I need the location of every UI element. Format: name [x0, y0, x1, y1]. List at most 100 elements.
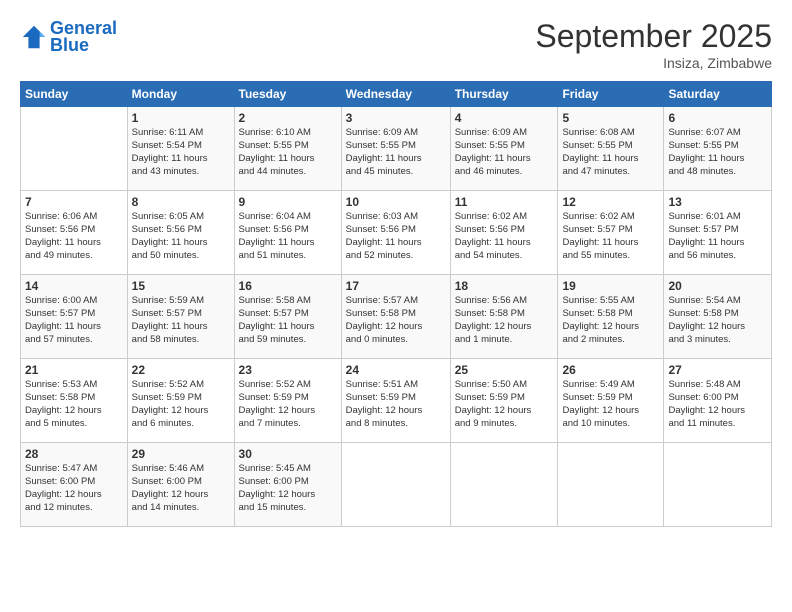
calendar-cell — [558, 443, 664, 527]
calendar-cell — [341, 443, 450, 527]
logo-text: General Blue — [50, 18, 117, 56]
calendar-cell: 25Sunrise: 5:50 AM Sunset: 5:59 PM Dayli… — [450, 359, 558, 443]
calendar-cell — [664, 443, 772, 527]
calendar-cell: 16Sunrise: 5:58 AM Sunset: 5:57 PM Dayli… — [234, 275, 341, 359]
calendar-cell — [450, 443, 558, 527]
day-info: Sunrise: 5:49 AM Sunset: 5:59 PM Dayligh… — [562, 379, 659, 430]
calendar-cell — [21, 107, 128, 191]
calendar-cell: 18Sunrise: 5:56 AM Sunset: 5:58 PM Dayli… — [450, 275, 558, 359]
day-info: Sunrise: 5:53 AM Sunset: 5:58 PM Dayligh… — [25, 379, 123, 430]
day-info: Sunrise: 6:10 AM Sunset: 5:55 PM Dayligh… — [239, 127, 337, 178]
weekday-header-thursday: Thursday — [450, 82, 558, 107]
calendar-cell: 3Sunrise: 6:09 AM Sunset: 5:55 PM Daylig… — [341, 107, 450, 191]
title-block: September 2025 Insiza, Zimbabwe — [535, 18, 772, 71]
day-info: Sunrise: 6:03 AM Sunset: 5:56 PM Dayligh… — [346, 211, 446, 262]
day-number: 25 — [455, 362, 554, 378]
header: General Blue September 2025 Insiza, Zimb… — [20, 18, 772, 71]
day-number: 20 — [668, 278, 767, 294]
day-number: 7 — [25, 194, 123, 210]
calendar-week-row: 14Sunrise: 6:00 AM Sunset: 5:57 PM Dayli… — [21, 275, 772, 359]
day-number: 12 — [562, 194, 659, 210]
calendar-cell: 19Sunrise: 5:55 AM Sunset: 5:58 PM Dayli… — [558, 275, 664, 359]
calendar-cell: 12Sunrise: 6:02 AM Sunset: 5:57 PM Dayli… — [558, 191, 664, 275]
day-info: Sunrise: 6:11 AM Sunset: 5:54 PM Dayligh… — [132, 127, 230, 178]
day-number: 9 — [239, 194, 337, 210]
day-info: Sunrise: 5:47 AM Sunset: 6:00 PM Dayligh… — [25, 463, 123, 514]
day-info: Sunrise: 5:59 AM Sunset: 5:57 PM Dayligh… — [132, 295, 230, 346]
page: General Blue September 2025 Insiza, Zimb… — [0, 0, 792, 537]
weekday-header-saturday: Saturday — [664, 82, 772, 107]
calendar-cell: 6Sunrise: 6:07 AM Sunset: 5:55 PM Daylig… — [664, 107, 772, 191]
day-number: 3 — [346, 110, 446, 126]
calendar-cell: 17Sunrise: 5:57 AM Sunset: 5:58 PM Dayli… — [341, 275, 450, 359]
calendar-cell: 4Sunrise: 6:09 AM Sunset: 5:55 PM Daylig… — [450, 107, 558, 191]
calendar-week-row: 1Sunrise: 6:11 AM Sunset: 5:54 PM Daylig… — [21, 107, 772, 191]
day-number: 13 — [668, 194, 767, 210]
calendar-week-row: 28Sunrise: 5:47 AM Sunset: 6:00 PM Dayli… — [21, 443, 772, 527]
day-number: 26 — [562, 362, 659, 378]
calendar-cell: 1Sunrise: 6:11 AM Sunset: 5:54 PM Daylig… — [127, 107, 234, 191]
calendar-cell: 23Sunrise: 5:52 AM Sunset: 5:59 PM Dayli… — [234, 359, 341, 443]
weekday-header-friday: Friday — [558, 82, 664, 107]
day-info: Sunrise: 5:58 AM Sunset: 5:57 PM Dayligh… — [239, 295, 337, 346]
day-number: 17 — [346, 278, 446, 294]
day-info: Sunrise: 5:55 AM Sunset: 5:58 PM Dayligh… — [562, 295, 659, 346]
day-info: Sunrise: 5:46 AM Sunset: 6:00 PM Dayligh… — [132, 463, 230, 514]
day-number: 22 — [132, 362, 230, 378]
weekday-header-sunday: Sunday — [21, 82, 128, 107]
location-subtitle: Insiza, Zimbabwe — [535, 55, 772, 71]
calendar-week-row: 7Sunrise: 6:06 AM Sunset: 5:56 PM Daylig… — [21, 191, 772, 275]
day-info: Sunrise: 6:06 AM Sunset: 5:56 PM Dayligh… — [25, 211, 123, 262]
day-number: 18 — [455, 278, 554, 294]
day-number: 6 — [668, 110, 767, 126]
day-number: 16 — [239, 278, 337, 294]
day-number: 29 — [132, 446, 230, 462]
day-info: Sunrise: 5:48 AM Sunset: 6:00 PM Dayligh… — [668, 379, 767, 430]
day-number: 27 — [668, 362, 767, 378]
day-info: Sunrise: 5:56 AM Sunset: 5:58 PM Dayligh… — [455, 295, 554, 346]
calendar-header-row: SundayMondayTuesdayWednesdayThursdayFrid… — [21, 82, 772, 107]
logo-icon — [20, 23, 48, 51]
calendar-table: SundayMondayTuesdayWednesdayThursdayFrid… — [20, 81, 772, 527]
calendar-cell: 8Sunrise: 6:05 AM Sunset: 5:56 PM Daylig… — [127, 191, 234, 275]
day-info: Sunrise: 5:51 AM Sunset: 5:59 PM Dayligh… — [346, 379, 446, 430]
day-info: Sunrise: 5:52 AM Sunset: 5:59 PM Dayligh… — [239, 379, 337, 430]
calendar-cell: 11Sunrise: 6:02 AM Sunset: 5:56 PM Dayli… — [450, 191, 558, 275]
calendar-cell: 29Sunrise: 5:46 AM Sunset: 6:00 PM Dayli… — [127, 443, 234, 527]
day-number: 21 — [25, 362, 123, 378]
day-number: 30 — [239, 446, 337, 462]
day-number: 4 — [455, 110, 554, 126]
day-number: 24 — [346, 362, 446, 378]
calendar-cell: 27Sunrise: 5:48 AM Sunset: 6:00 PM Dayli… — [664, 359, 772, 443]
day-number: 5 — [562, 110, 659, 126]
logo: General Blue — [20, 18, 117, 56]
day-info: Sunrise: 6:02 AM Sunset: 5:56 PM Dayligh… — [455, 211, 554, 262]
weekday-header-tuesday: Tuesday — [234, 82, 341, 107]
day-info: Sunrise: 6:09 AM Sunset: 5:55 PM Dayligh… — [455, 127, 554, 178]
day-info: Sunrise: 5:54 AM Sunset: 5:58 PM Dayligh… — [668, 295, 767, 346]
calendar-cell: 10Sunrise: 6:03 AM Sunset: 5:56 PM Dayli… — [341, 191, 450, 275]
day-number: 15 — [132, 278, 230, 294]
day-info: Sunrise: 6:00 AM Sunset: 5:57 PM Dayligh… — [25, 295, 123, 346]
day-info: Sunrise: 6:07 AM Sunset: 5:55 PM Dayligh… — [668, 127, 767, 178]
day-info: Sunrise: 5:52 AM Sunset: 5:59 PM Dayligh… — [132, 379, 230, 430]
day-number: 1 — [132, 110, 230, 126]
day-info: Sunrise: 6:02 AM Sunset: 5:57 PM Dayligh… — [562, 211, 659, 262]
calendar-cell: 15Sunrise: 5:59 AM Sunset: 5:57 PM Dayli… — [127, 275, 234, 359]
day-info: Sunrise: 6:01 AM Sunset: 5:57 PM Dayligh… — [668, 211, 767, 262]
weekday-header-wednesday: Wednesday — [341, 82, 450, 107]
day-number: 23 — [239, 362, 337, 378]
day-info: Sunrise: 6:08 AM Sunset: 5:55 PM Dayligh… — [562, 127, 659, 178]
day-info: Sunrise: 6:05 AM Sunset: 5:56 PM Dayligh… — [132, 211, 230, 262]
calendar-cell: 2Sunrise: 6:10 AM Sunset: 5:55 PM Daylig… — [234, 107, 341, 191]
day-number: 14 — [25, 278, 123, 294]
calendar-cell: 30Sunrise: 5:45 AM Sunset: 6:00 PM Dayli… — [234, 443, 341, 527]
calendar-cell: 7Sunrise: 6:06 AM Sunset: 5:56 PM Daylig… — [21, 191, 128, 275]
calendar-cell: 9Sunrise: 6:04 AM Sunset: 5:56 PM Daylig… — [234, 191, 341, 275]
day-info: Sunrise: 6:04 AM Sunset: 5:56 PM Dayligh… — [239, 211, 337, 262]
calendar-cell: 21Sunrise: 5:53 AM Sunset: 5:58 PM Dayli… — [21, 359, 128, 443]
calendar-cell: 20Sunrise: 5:54 AM Sunset: 5:58 PM Dayli… — [664, 275, 772, 359]
weekday-header-monday: Monday — [127, 82, 234, 107]
calendar-cell: 5Sunrise: 6:08 AM Sunset: 5:55 PM Daylig… — [558, 107, 664, 191]
day-info: Sunrise: 6:09 AM Sunset: 5:55 PM Dayligh… — [346, 127, 446, 178]
